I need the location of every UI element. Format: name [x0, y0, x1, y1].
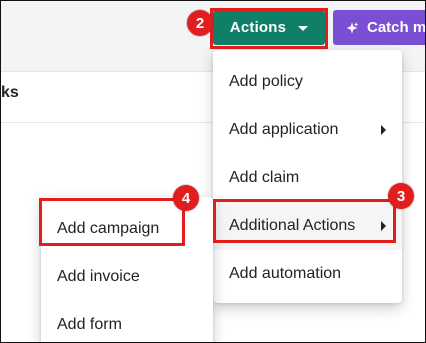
- menu-item-label: Add invoice: [57, 268, 140, 285]
- menu-item-add-form[interactable]: Add form: [41, 301, 213, 342]
- actions-dropdown-menu: Add policy Add application Add claim Add…: [213, 50, 402, 303]
- menu-item-add-invoice[interactable]: Add invoice: [41, 253, 213, 301]
- actions-button[interactable]: Actions: [213, 10, 325, 45]
- caret-down-icon: [298, 26, 309, 31]
- card-title: ks: [1, 84, 19, 101]
- actions-button-label: Actions: [229, 19, 287, 36]
- menu-item-label: Add application: [229, 121, 339, 138]
- chevron-right-icon: [381, 125, 386, 135]
- menu-item-additional-actions[interactable]: Additional Actions: [213, 202, 402, 250]
- menu-item-label: Add campaign: [57, 220, 160, 237]
- menu-item-label: Add automation: [229, 265, 342, 282]
- menu-item-label: Add form: [57, 316, 122, 333]
- menu-item-add-automation[interactable]: Add automation: [213, 250, 402, 298]
- menu-item-label: Add claim: [229, 169, 300, 186]
- screenshot-frame: Actions Catch m ks Add policy Add applic…: [0, 0, 426, 343]
- menu-item-add-policy[interactable]: Add policy: [213, 58, 402, 106]
- step-4-badge: 4: [173, 185, 199, 211]
- menu-item-add-application[interactable]: Add application: [213, 106, 402, 154]
- step-3-badge: 3: [388, 183, 414, 209]
- catch-button-label: Catch m: [367, 19, 426, 36]
- sparkle-icon: [346, 21, 359, 34]
- menu-item-add-campaign[interactable]: Add campaign: [41, 205, 213, 253]
- catch-button[interactable]: Catch m: [333, 10, 426, 45]
- menu-item-label: Add policy: [229, 73, 303, 90]
- menu-item-label: Additional Actions: [229, 217, 356, 234]
- additional-actions-submenu: Add campaign Add invoice Add form: [41, 197, 213, 342]
- chevron-right-icon: [381, 221, 386, 231]
- menu-item-add-claim[interactable]: Add claim: [213, 154, 402, 202]
- step-2-badge: 2: [187, 10, 213, 36]
